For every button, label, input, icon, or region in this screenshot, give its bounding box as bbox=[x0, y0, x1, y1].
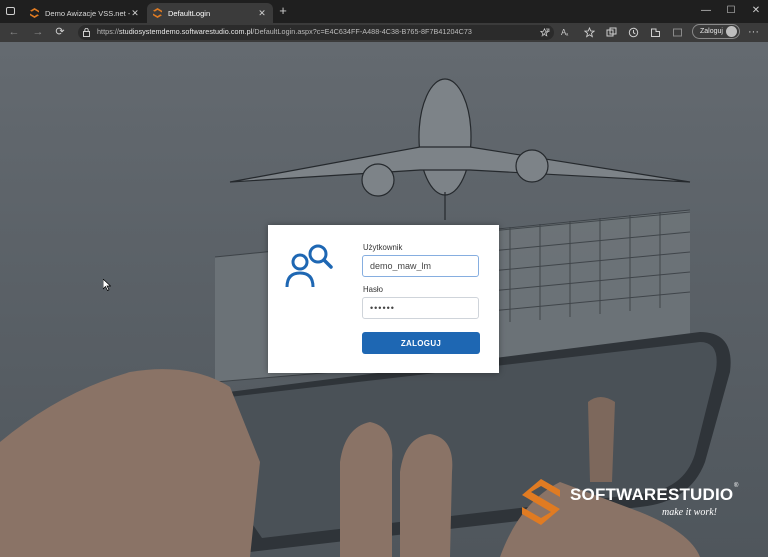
favorite-icon[interactable] bbox=[584, 27, 595, 38]
login-button[interactable]: ZALOGUJ bbox=[362, 332, 480, 354]
tab-defaultlogin[interactable]: DefaultLogin ✕ bbox=[147, 3, 273, 23]
avatar bbox=[726, 26, 737, 37]
favicon-s-icon bbox=[153, 8, 162, 18]
tab-actions-icon[interactable] bbox=[6, 7, 15, 15]
more-menu-button[interactable]: ··· bbox=[748, 24, 759, 40]
tab-title: DefaultLogin bbox=[168, 8, 211, 18]
password-field[interactable] bbox=[362, 297, 479, 319]
forward-arrow-icon[interactable]: → bbox=[30, 24, 46, 40]
user-search-icon bbox=[285, 244, 333, 288]
share-icon[interactable] bbox=[672, 27, 683, 38]
minimize-button[interactable]: — bbox=[694, 3, 718, 19]
mouse-cursor-icon bbox=[103, 279, 111, 291]
tab-bar: Demo Awizacje VSS.net - Demo ✕ DefaultLo… bbox=[0, 0, 768, 23]
tab-demo-awizacje[interactable]: Demo Awizacje VSS.net - Demo ✕ bbox=[24, 3, 146, 23]
brand-name: SOFTWARESTUDIO bbox=[570, 485, 734, 504]
tracking-icon[interactable]: Aᵃ bbox=[561, 27, 572, 38]
reload-icon[interactable]: ⟳ bbox=[52, 24, 68, 40]
signin-label: Zaloguj bbox=[700, 28, 723, 35]
page-viewport: Użytkownik Hasło ZALOGUJ SOFTWARESTUDIO … bbox=[0, 42, 768, 557]
back-arrow-icon[interactable]: ← bbox=[6, 24, 22, 40]
password-label: Hasło bbox=[363, 285, 383, 294]
extensions-icon[interactable] bbox=[650, 27, 661, 38]
url-text: https://studiosystemdemo.softwarestudio.… bbox=[97, 27, 472, 36]
lock-icon[interactable] bbox=[83, 28, 90, 37]
tab-title: Demo Awizacje VSS.net - Demo bbox=[45, 8, 130, 18]
favicon-s-icon bbox=[30, 8, 39, 18]
plus-icon[interactable]: + bbox=[276, 4, 290, 18]
login-dialog: Użytkownik Hasło ZALOGUJ bbox=[268, 225, 499, 373]
username-label: Użytkownik bbox=[363, 243, 403, 252]
signin-button[interactable]: Zaloguj bbox=[692, 24, 740, 39]
brand-tagline: make it work! bbox=[662, 507, 717, 518]
close-window-button[interactable]: ✕ bbox=[744, 3, 768, 19]
reader-icon[interactable] bbox=[540, 27, 551, 38]
username-field[interactable] bbox=[362, 255, 479, 277]
close-icon[interactable]: ✕ bbox=[130, 8, 140, 19]
address-toolbar: ← → ⟳ https://studiosystemdemo.softwares… bbox=[0, 23, 768, 42]
brand-logo: SOFTWARESTUDIO ® make it work! bbox=[522, 479, 742, 529]
softwarestudio-logo-icon bbox=[522, 479, 560, 525]
close-icon[interactable]: ✕ bbox=[257, 8, 267, 19]
collections-icon[interactable] bbox=[606, 27, 617, 38]
registered-mark: ® bbox=[734, 483, 739, 489]
history-icon[interactable] bbox=[628, 27, 639, 38]
maximize-button[interactable]: ☐ bbox=[719, 3, 743, 19]
url-bar[interactable]: https://studiosystemdemo.softwarestudio.… bbox=[78, 25, 554, 40]
svg-text:ᵃ: ᵃ bbox=[566, 33, 569, 38]
